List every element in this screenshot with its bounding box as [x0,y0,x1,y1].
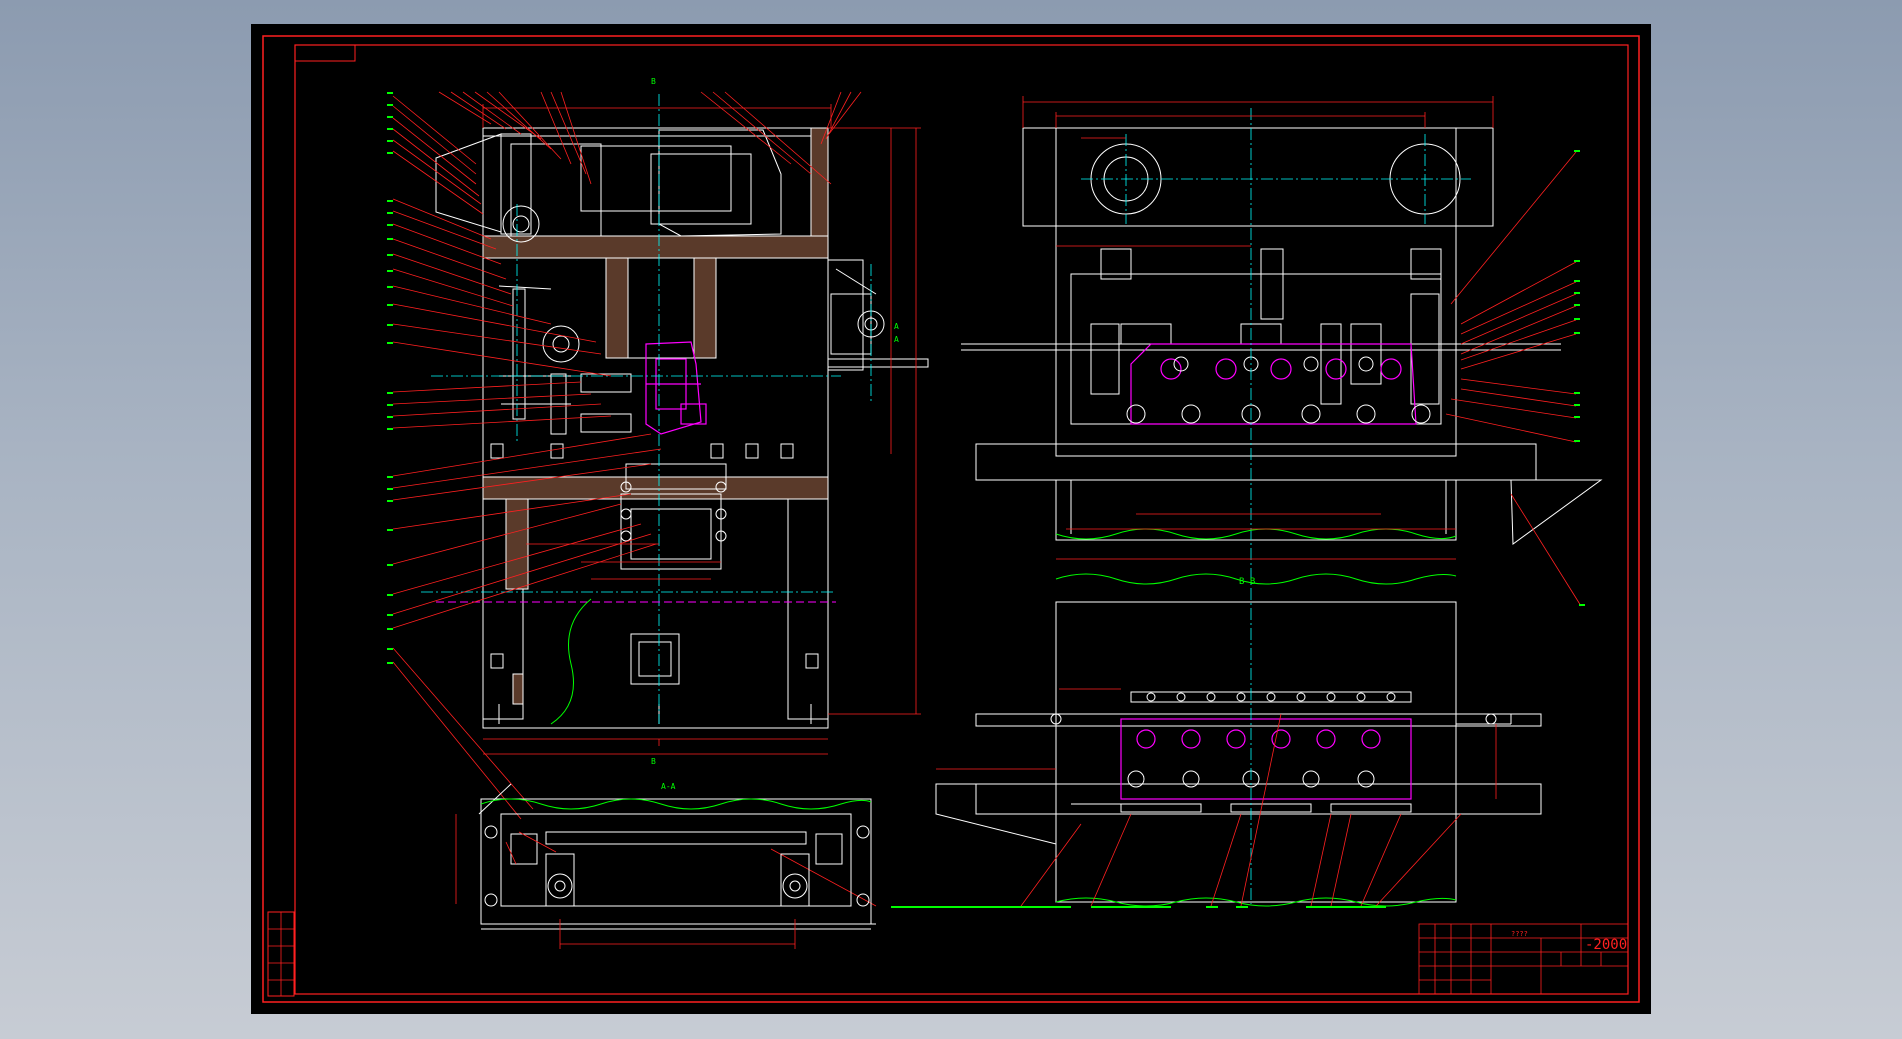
centerlines-side [1081,108,1471,904]
section-label-main: B-B [1239,577,1255,587]
part-number-markers [387,92,1585,664]
break-line-main [550,598,592,725]
drawing-sheet: B-B A-A B B A A -2000 ???? [251,24,1651,1014]
cut-mark-top: B [651,77,656,86]
bottom-part-numbers [891,906,1386,908]
cut-mark-side-b: A [894,335,899,344]
cad-viewport[interactable]: B-B A-A B B A A -2000 ???? [0,0,1902,1039]
plan-view-bottom-left [478,783,876,930]
outer-border [262,35,1640,1003]
break-line-plan [480,798,872,810]
drawing-number: -2000 [1585,937,1627,953]
side-view [935,127,1603,903]
assembly-drawing: B-B A-A B B A A -2000 ???? [262,35,1640,1003]
title-code: ???? [1511,930,1528,938]
revision-strip-lines [268,912,294,996]
cut-mark-mid: B [651,757,656,766]
dimension-lines-side [936,96,1497,799]
cut-mark-side-a: A [894,322,899,331]
corner-tab [294,44,356,62]
leader-lines-plan [505,831,557,865]
inner-border [294,44,1629,995]
dimension-lines-main [482,104,921,755]
workpiece-side-view [1120,343,1417,800]
section-label-front: A-A [661,782,676,791]
